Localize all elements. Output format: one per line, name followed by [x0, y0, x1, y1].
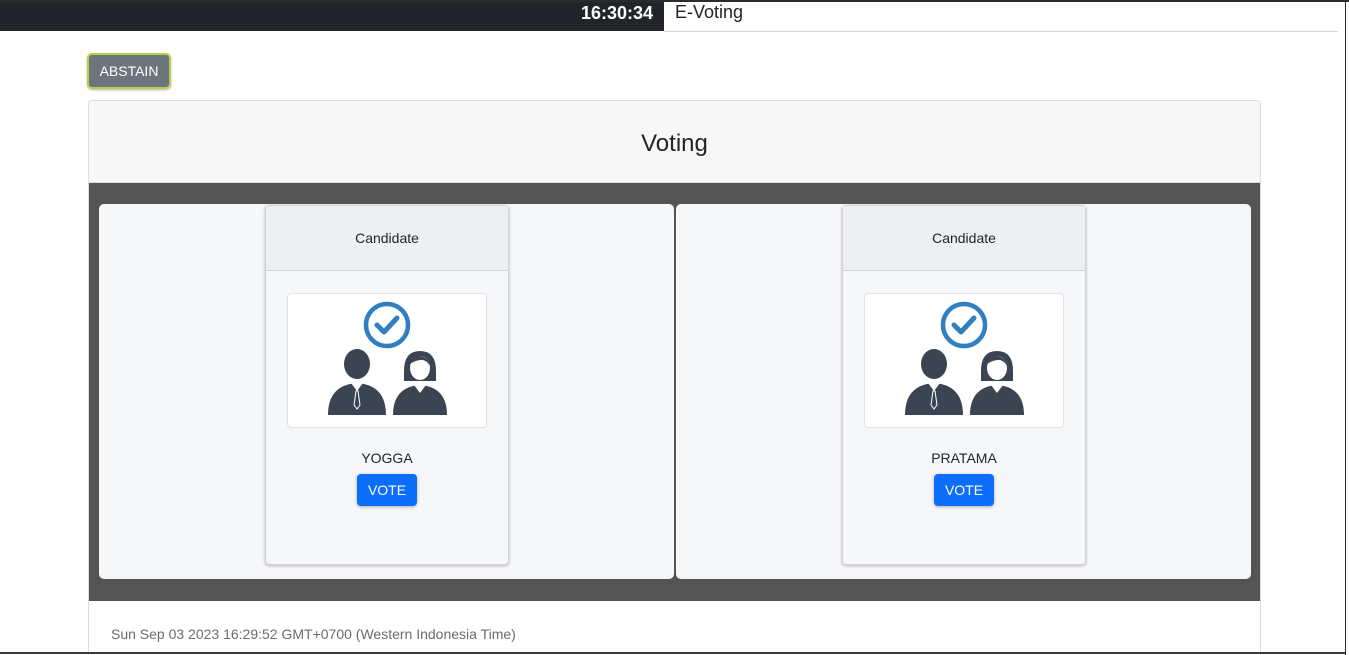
app-title: E-Voting: [675, 2, 744, 22]
window-edge: [1345, 2, 1346, 655]
vote-button[interactable]: VOTE: [934, 474, 994, 506]
page-title: Voting: [641, 129, 708, 157]
timestamp-text: Sun Sep 03 2023 16:29:52 GMT+0700 (Weste…: [111, 626, 516, 642]
header-divider: [664, 31, 1338, 32]
voting-footer: Sun Sep 03 2023 16:29:52 GMT+0700 (Weste…: [89, 601, 1260, 655]
candidate-image: [864, 293, 1064, 428]
voting-header: Voting: [89, 101, 1260, 183]
candidate-card-header: Candidate: [843, 206, 1085, 271]
clock-text: 16:30:34: [580, 3, 653, 23]
candidate-card: Candidate: [842, 205, 1086, 565]
candidates-check-icon: [328, 301, 447, 415]
candidate-name: PRATAMA: [931, 450, 997, 466]
vote-button[interactable]: VOTE: [357, 474, 417, 506]
voting-card: Voting Candidate YOGGA VOTE Candidate PR…: [88, 100, 1261, 655]
candidate-panel: Candidate: [99, 204, 674, 579]
abstain-button[interactable]: ABSTAIN: [87, 53, 171, 89]
candidates-area: Candidate YOGGA VOTE Candidate PRATAMA V…: [89, 183, 1260, 601]
candidates-check-icon: [905, 301, 1024, 415]
candidate-card: Candidate: [265, 205, 509, 565]
candidate-panel: Candidate: [676, 204, 1251, 579]
candidate-image: [287, 293, 487, 428]
candidate-name: YOGGA: [361, 450, 413, 466]
bottom-border-line: [0, 652, 1345, 654]
candidate-card-header: Candidate: [266, 206, 508, 271]
top-bar: 16:30:34: [0, 2, 664, 31]
